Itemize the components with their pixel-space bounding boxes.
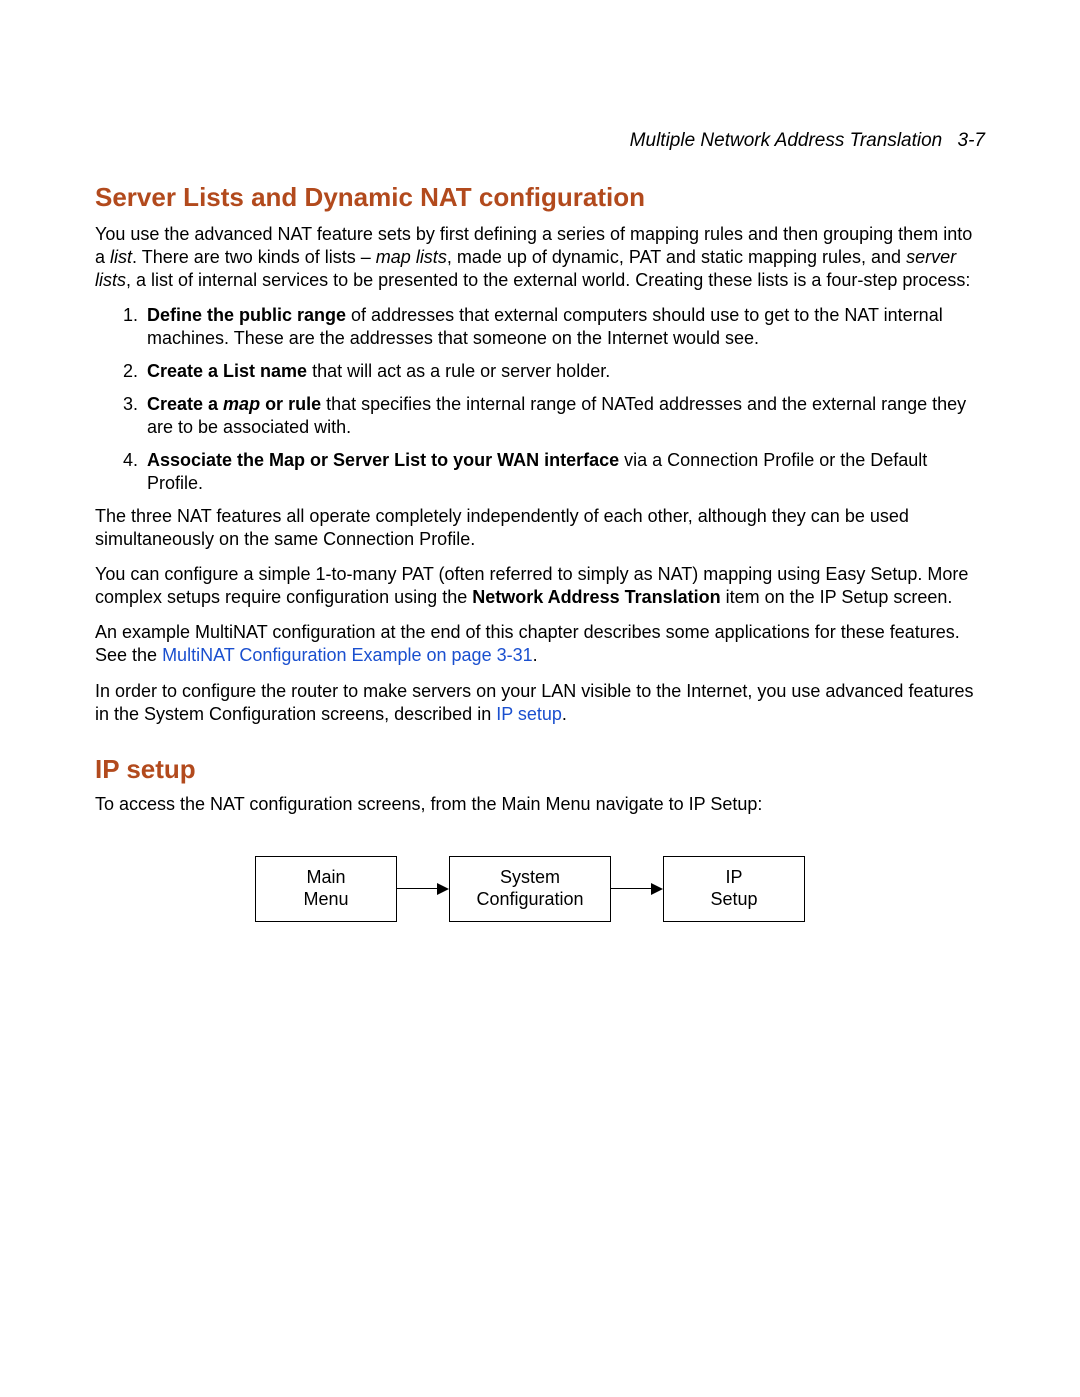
paragraph-easy-setup: You can configure a simple 1-to-many PAT…	[95, 563, 985, 609]
running-header: Multiple Network Address Translation 3-7	[95, 130, 985, 152]
text: item on the IP Setup screen.	[721, 587, 953, 607]
italic-list: list	[110, 247, 132, 267]
box-line: Main	[306, 867, 345, 889]
box-line: IP	[725, 867, 742, 889]
paragraph-navigate: To access the NAT configuration screens,…	[95, 793, 985, 816]
step-bold: Associate the Map or Server List to your…	[147, 450, 619, 470]
step-bold: or rule	[260, 394, 321, 414]
text: , a list of internal services to be pres…	[126, 270, 970, 290]
step-bold: Create a List name	[147, 361, 307, 381]
diagram-box-system-config: System Configuration	[449, 856, 611, 922]
page: Multiple Network Address Translation 3-7…	[0, 0, 1080, 1397]
paragraph-ip-setup-link: In order to configure the router to make…	[95, 680, 985, 726]
text: , made up of dynamic, PAT and static map…	[447, 247, 906, 267]
navigation-diagram: Main Menu System Configuration IP Setup	[255, 856, 985, 922]
diagram-box-main-menu: Main Menu	[255, 856, 397, 922]
diagram-box-ip-setup: IP Setup	[663, 856, 805, 922]
step-bold: Define the public range	[147, 305, 346, 325]
step-1: Define the public range of addresses tha…	[143, 304, 985, 350]
link-ip-setup[interactable]: IP setup	[496, 704, 562, 724]
step-bold-italic: map	[223, 394, 260, 414]
italic-map-lists: map lists	[376, 247, 447, 267]
heading-ip-setup: IP setup	[95, 754, 985, 785]
step-text: that will act as a rule or server holder…	[307, 361, 610, 381]
steps-list: Define the public range of addresses tha…	[95, 304, 985, 495]
header-title: Multiple Network Address Translation	[630, 130, 943, 151]
box-line: Setup	[710, 889, 757, 911]
bold-nat: Network Address Translation	[472, 587, 720, 607]
step-bold: Create a	[147, 394, 223, 414]
paragraph-independent: The three NAT features all operate compl…	[95, 505, 985, 551]
paragraph-example-link: An example MultiNAT configuration at the…	[95, 621, 985, 667]
box-line: Configuration	[476, 889, 583, 911]
link-multinat-example[interactable]: MultiNAT Configuration Example on page 3…	[162, 645, 533, 665]
step-4: Associate the Map or Server List to your…	[143, 449, 985, 495]
intro-paragraph: You use the advanced NAT feature sets by…	[95, 223, 985, 292]
text: .	[533, 645, 538, 665]
box-line: System	[500, 867, 560, 889]
heading-server-lists: Server Lists and Dynamic NAT configurati…	[95, 182, 985, 213]
step-3: Create a map or rule that specifies the …	[143, 393, 985, 439]
arrow-icon	[397, 879, 449, 899]
step-2: Create a List name that will act as a ru…	[143, 360, 985, 383]
box-line: Menu	[303, 889, 348, 911]
text: . There are two kinds of lists –	[132, 247, 376, 267]
arrow-icon	[611, 879, 663, 899]
header-page-number: 3-7	[958, 130, 985, 151]
text: .	[562, 704, 567, 724]
